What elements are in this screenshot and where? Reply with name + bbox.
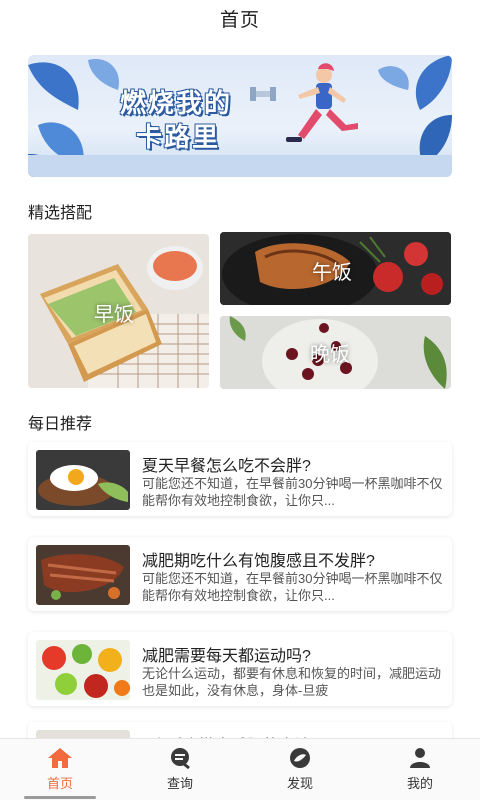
daily-section-title: 每日推荐 — [28, 416, 93, 433]
article-card[interactable]: 夏天早餐怎么吃不会胖? 可能您还不知道，在早餐前30分钟喝一杯黑咖啡不仅能帮你有… — [28, 442, 452, 516]
article-summary: 可能您还不知道，在早餐前30分钟喝一杯黑咖啡不仅能帮你有效地控制食欲，让你只..… — [142, 476, 443, 508]
article-card[interactable]: 减肥期吃什么有饱腹感且不发胖? 可能您还不知道，在早餐前30分钟喝一杯黑咖啡不仅… — [28, 537, 452, 611]
banner-illustration — [28, 55, 452, 177]
article-thumbnail — [36, 545, 130, 605]
article-thumbnail — [36, 640, 130, 700]
tab-label: 发现 — [286, 776, 313, 791]
banner-headline-line1: 燃烧我的 — [120, 88, 233, 118]
article-summary: 可能您还不知道，在早餐前30分钟喝一杯黑咖啡不仅能帮你有效地控制食欲，让你只..… — [142, 571, 443, 603]
meal-card-breakfast[interactable]: 早饭 — [28, 234, 209, 388]
tab-search[interactable]: 查询 — [120, 739, 240, 800]
meal-label-dinner: 晚饭 — [310, 344, 350, 366]
tab-home[interactable]: 首页 — [0, 739, 120, 800]
banner-headline-line2: 卡路里 — [136, 122, 221, 152]
tab-discover[interactable]: 发现 — [240, 739, 360, 800]
article-title: 夏天早餐怎么吃不会胖? — [142, 458, 311, 475]
tab-label: 查询 — [166, 776, 193, 791]
meal-label-breakfast: 早饭 — [94, 304, 134, 326]
meal-card-dinner[interactable]: 晚饭 — [220, 316, 451, 389]
discover-icon — [290, 748, 310, 768]
bottom-tab-bar: 首页 查询 发现 我的 — [0, 738, 480, 800]
tab-label: 我的 — [406, 776, 433, 791]
article-card[interactable]: 减肥需要每天都运动吗? 无论什么运动，都要有休息和恢复的时间，减肥运动也是如此，… — [28, 632, 452, 706]
top-bar: 首页 — [0, 0, 480, 36]
article-summary: 无论什么运动，都要有休息和恢复的时间，减肥运动也是如此，没有休息，身体-旦疲 — [142, 666, 442, 698]
home-icon — [48, 748, 72, 768]
tab-label: 首页 — [46, 776, 73, 791]
user-icon — [410, 748, 430, 768]
article-thumbnail — [36, 450, 130, 510]
banner[interactable]: 燃烧我的 卡路里 — [28, 55, 452, 177]
search-icon — [171, 748, 190, 769]
article-title: 减肥需要每天都运动吗? — [142, 648, 311, 665]
article-title: 减肥期吃什么有饱腹感且不发胖? — [142, 553, 375, 570]
meal-label-lunch: 午饭 — [312, 262, 352, 284]
page-title: 首页 — [219, 9, 260, 31]
meal-card-lunch[interactable]: 午饭 — [220, 232, 451, 305]
home-indicator — [24, 796, 96, 799]
tab-profile[interactable]: 我的 — [360, 739, 480, 800]
featured-section-title: 精选搭配 — [28, 205, 93, 222]
